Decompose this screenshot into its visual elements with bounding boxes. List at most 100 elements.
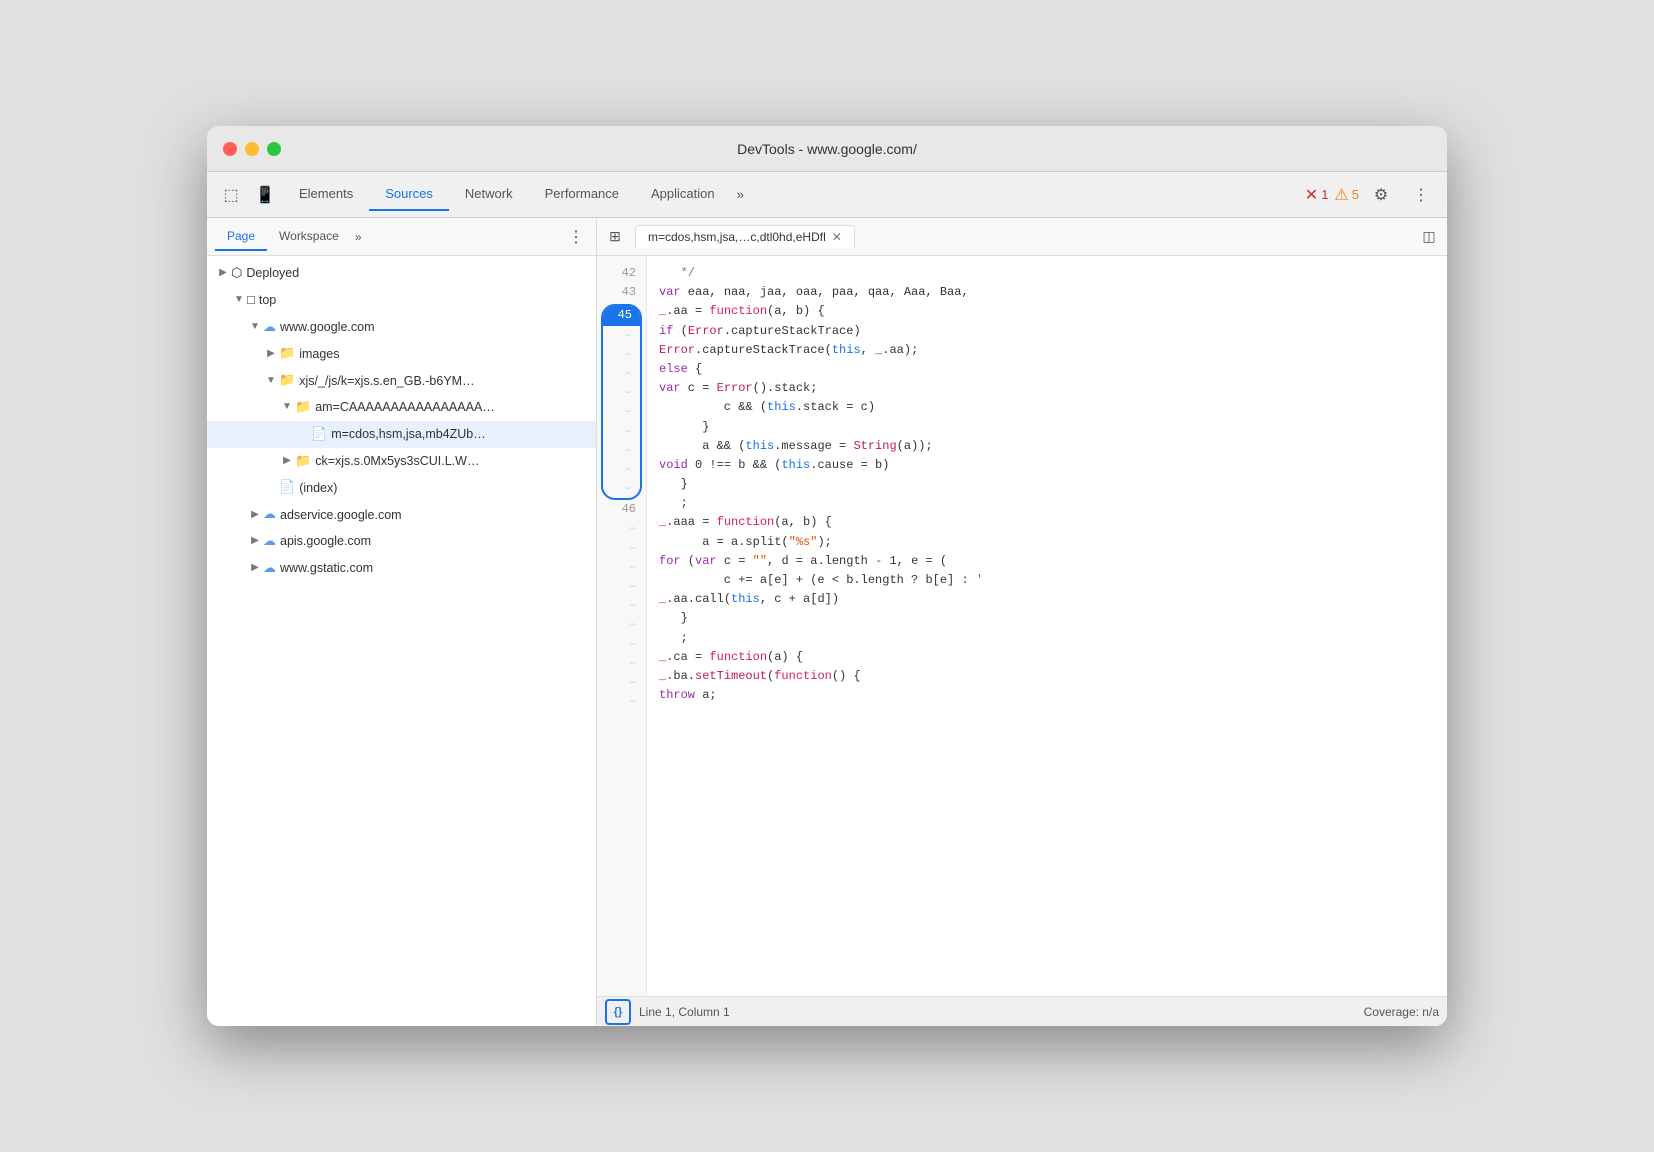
line-num-d15: – xyxy=(597,615,646,634)
code-line-d4: var c = Error().stack; xyxy=(659,379,1447,398)
editor-tab-label: m=cdos,hsm,jsa,…c,dtl0hd,eHDfl xyxy=(648,230,826,244)
code-line-semi: ; xyxy=(659,629,1447,648)
sidebar-toggle-icon[interactable]: ⊞ xyxy=(601,223,629,251)
file-tree: ▶ ⬡ Deployed ▼ □ top ▼ ☁ www.google.com xyxy=(207,256,596,1026)
editor-tab-active[interactable]: m=cdos,hsm,jsa,…c,dtl0hd,eHDfl ✕ xyxy=(635,225,855,248)
main-tab-list: Elements Sources Network Performance App… xyxy=(283,178,1305,211)
settings-icon[interactable]: ⚙ xyxy=(1365,179,1397,211)
tab-workspace[interactable]: Workspace xyxy=(267,223,351,251)
tree-arrow-top: ▼ xyxy=(231,292,247,308)
line-num-d3: – xyxy=(603,364,640,383)
line-num-d1: – xyxy=(603,326,640,345)
tree-arrow-ck: ▶ xyxy=(279,453,295,469)
code-line-throw: throw a; xyxy=(659,686,1447,705)
line-num-d18: – xyxy=(597,673,646,692)
warning-icon: ⚠ xyxy=(1334,185,1348,205)
device-toolbar-icon[interactable]: 📱 xyxy=(249,179,281,211)
code-content[interactable]: */ var eaa, naa, jaa, oaa, paa, qaa, Aaa… xyxy=(647,256,1447,996)
tree-label-ck: ck=xjs.s.0Mx5ys3sCUI.L.W… xyxy=(315,451,479,471)
minimize-button[interactable] xyxy=(245,142,259,156)
window-title: DevTools - www.google.com/ xyxy=(737,141,917,157)
code-line-d2: Error.captureStackTrace(this, _.aa); xyxy=(659,341,1447,360)
tab-sources[interactable]: Sources xyxy=(369,178,449,211)
line-num-d8: – xyxy=(603,460,640,479)
line-num-42: 42 xyxy=(597,264,646,283)
folder-icon-images: 📁 xyxy=(279,343,295,364)
code-line-45: _.aa = function(a, b) { xyxy=(659,302,1447,321)
more-tabs-button[interactable]: » xyxy=(731,179,750,210)
tree-item-gstatic[interactable]: ▶ ☁ www.gstatic.com xyxy=(207,555,596,582)
cursor-position: Line 1, Column 1 xyxy=(639,1005,1364,1019)
line-num-d5: – xyxy=(603,402,640,421)
tree-label-gstatic: www.gstatic.com xyxy=(280,558,373,578)
folder-icon-am: 📁 xyxy=(295,397,311,418)
tree-label-index: (index) xyxy=(299,478,337,498)
error-count: 1 xyxy=(1321,187,1328,202)
tab-page[interactable]: Page xyxy=(215,223,267,251)
tree-item-index[interactable]: 📄 (index) xyxy=(207,474,596,501)
tree-item-apis[interactable]: ▶ ☁ apis.google.com xyxy=(207,528,596,555)
domain-icon-gstatic: ☁ xyxy=(263,558,276,579)
tree-arrow-xjs: ▼ xyxy=(263,373,279,389)
tree-label-xjs: xjs/_/js/k=xjs.s.en_GB.-b6YM… xyxy=(299,371,474,391)
code-line-43: var eaa, naa, jaa, oaa, paa, qaa, Aaa, B… xyxy=(659,283,1447,302)
tree-arrow-google: ▼ xyxy=(247,319,263,335)
error-badge[interactable]: ✕ 1 xyxy=(1305,185,1329,205)
line-num-46: 46 xyxy=(597,500,646,519)
code-line-d1: if (Error.captureStackTrace) xyxy=(659,322,1447,341)
status-bar: {} Line 1, Column 1 Coverage: n/a xyxy=(597,996,1447,1026)
warning-badge[interactable]: ⚠ 5 xyxy=(1334,185,1359,205)
tree-item-google[interactable]: ▼ ☁ www.google.com xyxy=(207,314,596,341)
tree-item-deployed[interactable]: ▶ ⬡ Deployed xyxy=(207,260,596,287)
tab-elements[interactable]: Elements xyxy=(283,178,369,211)
tab-application[interactable]: Application xyxy=(635,178,731,211)
close-button[interactable] xyxy=(223,142,237,156)
tree-label-images: images xyxy=(299,344,339,364)
tree-label-apis: apis.google.com xyxy=(280,531,371,551)
panel-menu-icon[interactable]: ⋮ xyxy=(564,223,588,251)
editor-tab-close-icon[interactable]: ✕ xyxy=(832,230,842,244)
line-num-d19: – xyxy=(597,692,646,711)
titlebar: DevTools - www.google.com/ xyxy=(207,126,1447,172)
devtools-window: DevTools - www.google.com/ ⬚ 📱 Elements … xyxy=(207,126,1447,1026)
tree-item-mfile[interactable]: 📄 m=cdos,hsm,jsa,mb4ZUb… xyxy=(207,421,596,448)
window-controls xyxy=(223,142,281,156)
navigator-toggle-icon[interactable]: ◫ xyxy=(1415,223,1443,251)
tab-performance[interactable]: Performance xyxy=(529,178,635,211)
tree-item-ck[interactable]: ▶ 📁 ck=xjs.s.0Mx5ys3sCUI.L.W… xyxy=(207,448,596,475)
tree-item-xjs[interactable]: ▼ 📁 xjs/_/js/k=xjs.s.en_GB.-b6YM… xyxy=(207,367,596,394)
more-options-icon[interactable]: ⋮ xyxy=(1405,179,1437,211)
tree-item-am[interactable]: ▼ 📁 am=CAAAAAAAAAAAAAAAA… xyxy=(207,394,596,421)
tree-item-images[interactable]: ▶ 📁 images xyxy=(207,340,596,367)
file-icon-mfile: 📄 xyxy=(311,424,327,445)
line-num-43: 43 xyxy=(597,283,646,302)
line-num-d13: – xyxy=(597,577,646,596)
tab-network[interactable]: Network xyxy=(449,178,529,211)
tree-item-adservice[interactable]: ▶ ☁ adservice.google.com xyxy=(207,501,596,528)
line-num-d6: – xyxy=(603,422,640,441)
tree-item-top[interactable]: ▼ □ top xyxy=(207,287,596,314)
line-num-d10: – xyxy=(597,519,646,538)
line-num-d7: – xyxy=(603,441,640,460)
format-button[interactable]: {} xyxy=(605,999,631,1025)
tree-arrow-apis: ▶ xyxy=(247,533,263,549)
panel-tab-bar: Page Workspace » ⋮ xyxy=(207,218,596,256)
tree-label-adservice: adservice.google.com xyxy=(280,505,402,525)
code-line-for: for (var c = "", d = a.length - 1, e = ( xyxy=(659,552,1447,571)
line-num-d2: – xyxy=(603,345,640,364)
code-line-concat: c += a[e] + (e < b.length ? b[e] : ' xyxy=(659,571,1447,590)
inspect-element-icon[interactable]: ⬚ xyxy=(215,179,247,211)
tree-label-top: top xyxy=(259,290,276,310)
warning-count: 5 xyxy=(1352,187,1359,202)
code-line-ca: _.ca = function(a) { xyxy=(659,648,1447,667)
line-num-d12: – xyxy=(597,558,646,577)
code-line-d7: a && (this.message = String(a)); xyxy=(659,437,1447,456)
line-num-d9: – xyxy=(603,479,640,498)
tree-arrow-am: ▼ xyxy=(279,399,295,415)
code-line-d9: } xyxy=(659,475,1447,494)
maximize-button[interactable] xyxy=(267,142,281,156)
code-line-cb1: } xyxy=(659,609,1447,628)
tree-arrow-deployed: ▶ xyxy=(215,265,231,281)
tree-label-google: www.google.com xyxy=(280,317,375,337)
panel-more-tabs[interactable]: » xyxy=(351,224,366,250)
